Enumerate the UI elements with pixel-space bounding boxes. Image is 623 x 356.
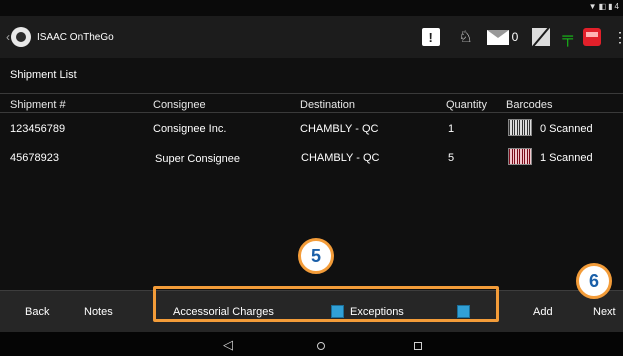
highlight-box xyxy=(153,286,499,322)
header-destination: Destination xyxy=(300,99,356,111)
plug-icon[interactable]: ╤ xyxy=(562,29,573,46)
bus-icon[interactable] xyxy=(583,28,601,46)
divider xyxy=(0,93,623,94)
page-title: Shipment List xyxy=(10,69,77,81)
callout-badge-5: 5 xyxy=(298,238,334,274)
alert-icon[interactable]: ! xyxy=(421,28,440,46)
cell-destination: CHAMBLY - QC xyxy=(300,123,379,135)
status-icons: ▼◧▮4 xyxy=(588,2,621,11)
cell-shipment: 123456789 xyxy=(10,123,66,135)
callout-badge-6: 6 xyxy=(576,263,612,299)
header-quantity: Quantity xyxy=(446,99,487,111)
nav-home-icon[interactable] xyxy=(317,342,325,350)
cell-consignee: Super Consignee xyxy=(155,153,241,165)
divider xyxy=(0,112,623,113)
bell-icon[interactable]: ♘ xyxy=(455,26,477,48)
cell-destination: CHAMBLY - QC xyxy=(301,152,380,164)
header-shipment: Shipment # xyxy=(10,99,66,111)
header-barcodes: Barcodes xyxy=(506,99,553,111)
nav-back-icon[interactable]: ◁ xyxy=(223,337,233,353)
next-button[interactable]: Next xyxy=(593,306,616,318)
mail-count: 0 xyxy=(511,30,519,44)
header-consignee: Consignee xyxy=(153,99,206,111)
back-chevron-icon: ‹ xyxy=(6,30,10,44)
add-button[interactable]: Add xyxy=(533,306,553,318)
logo-icon xyxy=(11,27,31,47)
status-bar: ▼◧▮4 xyxy=(0,0,623,16)
cell-consignee: Consignee Inc. xyxy=(153,123,227,135)
notes-button[interactable]: Notes xyxy=(84,306,113,318)
app-icons: ! ♘ 0 ╤ ⋮ xyxy=(413,16,623,58)
app-title: ISAAC OnTheGo xyxy=(37,31,114,43)
cell-quantity: 5 xyxy=(448,152,455,164)
cell-barcodes: 0 Scanned xyxy=(540,123,593,135)
no-signal-icon[interactable] xyxy=(532,28,551,46)
barcode-icon[interactable] xyxy=(508,148,532,165)
mail-icon[interactable] xyxy=(486,29,509,45)
barcode-icon[interactable] xyxy=(508,119,532,136)
android-nav-bar xyxy=(0,332,623,356)
cell-barcodes: 1 Scanned xyxy=(540,152,593,164)
app-bar: ‹ ISAAC OnTheGo ! ♘ 0 ╤ ⋮ xyxy=(0,16,623,58)
cell-quantity: 1 xyxy=(448,123,455,135)
overflow-menu-icon[interactable]: ⋮ xyxy=(613,29,623,46)
cell-shipment: 45678923 xyxy=(10,152,59,164)
back-button[interactable]: Back xyxy=(25,306,49,318)
nav-recents-icon[interactable] xyxy=(414,342,422,350)
app-logo[interactable]: ‹ ISAAC OnTheGo xyxy=(6,27,114,47)
